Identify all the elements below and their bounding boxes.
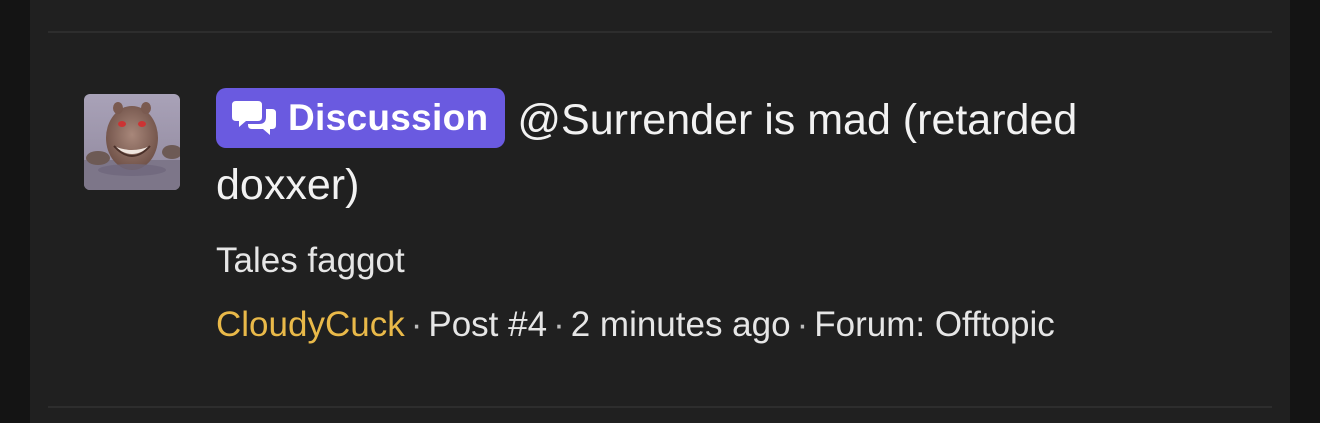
meta-separator: · [796, 304, 809, 344]
hippo-avatar-icon [84, 94, 180, 190]
post-number[interactable]: Post #4 [428, 305, 547, 344]
divider-bottom [48, 406, 1272, 408]
thread-snippet: Tales faggot [216, 240, 405, 280]
prefix-label: Discussion [288, 96, 489, 138]
prefix-badge[interactable]: Discussion [216, 87, 506, 148]
meta-separator: · [410, 304, 423, 344]
chat-bubbles-icon [232, 100, 276, 135]
avatar[interactable] [84, 94, 180, 190]
thread-meta: CloudyCuck · Post #4 · 2 minutes ago · Forum: … [216, 303, 1216, 347]
thread-item[interactable]: Discussion @Surrender is mad (retarded d… [216, 87, 1216, 347]
divider-top [48, 31, 1272, 33]
forum-link[interactable]: Forum: Offtopic [814, 305, 1055, 344]
post-time[interactable]: 2 minutes ago [571, 305, 791, 344]
author-link[interactable]: CloudyCuck [216, 305, 405, 344]
meta-separator: · [553, 304, 565, 344]
thread-title-line[interactable]: Discussion @Surrender is mad (retarded d… [216, 87, 1216, 217]
